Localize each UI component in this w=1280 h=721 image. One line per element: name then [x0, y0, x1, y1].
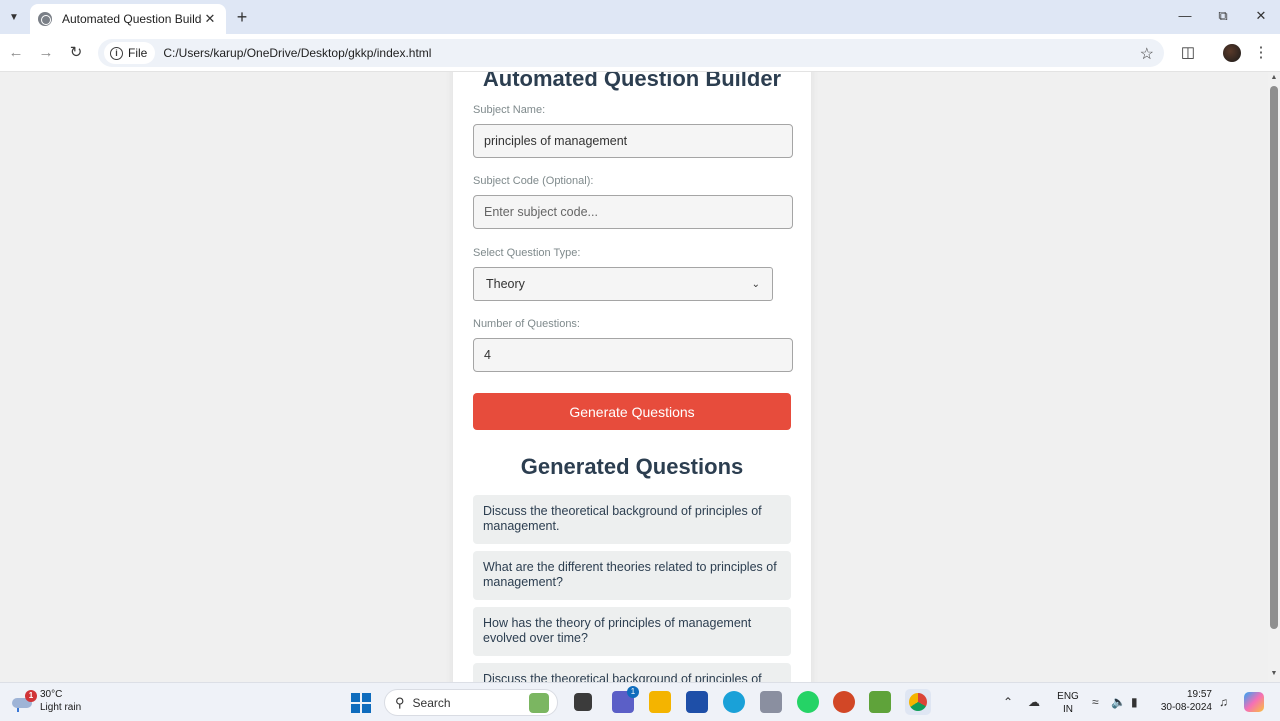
new-tab-button[interactable]: + [232, 7, 252, 27]
whatsapp-icon[interactable] [797, 691, 819, 713]
scroll-down-arrow-icon[interactable]: ▼ [1268, 670, 1280, 680]
reload-icon[interactable]: ↻ [66, 43, 86, 63]
taskbar-search[interactable]: ⚲ Search [384, 689, 558, 716]
tab-title: Automated Question Builder [62, 12, 202, 26]
chevron-down-icon: ⌄ [751, 278, 760, 290]
generate-questions-button[interactable]: Generate Questions [473, 393, 791, 430]
language-code: ENG [1057, 691, 1079, 702]
page-viewport: Automated Question Builder Subject Name:… [0, 72, 1268, 682]
tray-overflow-chevron-icon[interactable]: ⌃ [1003, 695, 1013, 709]
generated-questions-heading: Generated Questions [520, 454, 744, 479]
weather-temperature: 30°C [40, 689, 63, 700]
language-region: IN [1063, 704, 1073, 715]
site-info-label: File [128, 46, 148, 60]
browser-toolbar: ← → ↻ i File C:/Users/karup/OneDrive/Des… [0, 34, 1280, 72]
weather-condition: Light rain [40, 702, 82, 713]
question-item: What are the different theories related … [473, 551, 791, 600]
bookmark-star-icon[interactable]: ☆ [1140, 44, 1154, 64]
rain-cloud-icon: 1 [12, 690, 37, 712]
calculator-icon[interactable] [760, 691, 782, 713]
language-indicator[interactable]: ENG IN [1056, 690, 1080, 716]
subject-code-input[interactable] [473, 195, 793, 229]
page-scrollbar[interactable]: ▲ ▼ [1268, 72, 1280, 682]
start-windows-icon[interactable] [351, 693, 371, 713]
close-window-icon[interactable]: ✕ [1249, 6, 1273, 26]
subject-name-input[interactable] [473, 124, 793, 158]
onedrive-icon[interactable]: ☁ [1028, 695, 1040, 709]
notification-bell-icon[interactable]: ♫ [1219, 695, 1228, 709]
clock-time: 19:57 [1186, 689, 1212, 700]
close-tab-icon[interactable]: ✕ [202, 11, 218, 27]
teams-icon[interactable]: 1 [612, 686, 639, 713]
globe-icon [38, 12, 52, 26]
battery-icon[interactable]: ▮ [1131, 695, 1138, 709]
browser-tab[interactable]: Automated Question Builder ✕ [30, 4, 226, 34]
search-icon: ⚲ [395, 694, 405, 710]
forward-icon[interactable]: → [36, 43, 56, 63]
clock-date: 30-08-2024 [1160, 702, 1212, 713]
chrome-icon [909, 693, 927, 711]
file-explorer-icon[interactable] [649, 691, 671, 713]
extensions-icon[interactable]: ◫ [1178, 43, 1198, 63]
scrollbar-thumb[interactable] [1270, 86, 1278, 629]
question-item: Discuss the theoretical background of pr… [473, 663, 791, 682]
windows-taskbar: 1 30°C Light rain ⚲ Search 1 ⌃ ☁ ENG IN … [0, 682, 1280, 721]
info-icon: i [110, 46, 123, 60]
copilot-icon[interactable] [1244, 692, 1264, 712]
scroll-up-arrow-icon[interactable]: ▲ [1268, 74, 1280, 84]
weather-widget[interactable]: 1 30°C Light rain [12, 688, 81, 714]
url-text[interactable]: C:/Users/karup/OneDrive/Desktop/gkkp/ind… [163, 46, 1164, 60]
page-title: Automated Question Builder [482, 72, 782, 91]
num-questions-input[interactable] [473, 338, 793, 372]
task-view-icon[interactable] [574, 693, 592, 711]
question-item: How has the theory of principles of mana… [473, 607, 791, 656]
chrome-taskbar-item[interactable] [905, 689, 931, 715]
menu-kebab-icon[interactable]: ⋮ [1251, 43, 1271, 63]
question-type-value: Theory [486, 277, 525, 291]
subject-code-label: Subject Code (Optional): [473, 175, 594, 187]
powerpoint-icon[interactable] [833, 691, 855, 713]
taskbar-search-label: Search [412, 695, 451, 710]
restore-icon[interactable]: ⧉ [1211, 6, 1235, 26]
wifi-icon[interactable]: ≈ [1092, 695, 1099, 709]
teams-badge: 1 [627, 686, 639, 698]
question-type-select[interactable]: Theory ⌄ [473, 267, 773, 301]
weather-badge: 1 [25, 690, 37, 702]
back-icon[interactable]: ← [6, 43, 26, 63]
question-type-label: Select Question Type: [473, 247, 581, 259]
edge-icon[interactable] [723, 691, 745, 713]
microsoft-store-icon[interactable] [686, 691, 708, 713]
search-highlight-icon [529, 693, 549, 713]
site-info-chip[interactable]: i File [104, 42, 156, 64]
volume-icon[interactable]: 🔈 [1111, 695, 1126, 709]
tab-search-chevron-icon[interactable]: ▼ [4, 7, 24, 27]
app-icon[interactable] [869, 691, 891, 713]
system-clock[interactable]: 19:57 30-08-2024 [1156, 688, 1212, 714]
question-builder-card: Automated Question Builder Subject Name:… [453, 72, 811, 682]
num-questions-label: Number of Questions: [473, 318, 580, 330]
address-bar[interactable]: i File C:/Users/karup/OneDrive/Desktop/g… [98, 39, 1164, 67]
profile-avatar[interactable] [1223, 44, 1241, 62]
question-item: Discuss the theoretical background of pr… [473, 495, 791, 544]
question-list: Discuss the theoretical background of pr… [473, 495, 791, 682]
minimize-icon[interactable]: — [1173, 6, 1197, 26]
subject-name-label: Subject Name: [473, 104, 546, 116]
browser-tabstrip: ▼ Automated Question Builder ✕ + — ⧉ ✕ [0, 0, 1280, 34]
